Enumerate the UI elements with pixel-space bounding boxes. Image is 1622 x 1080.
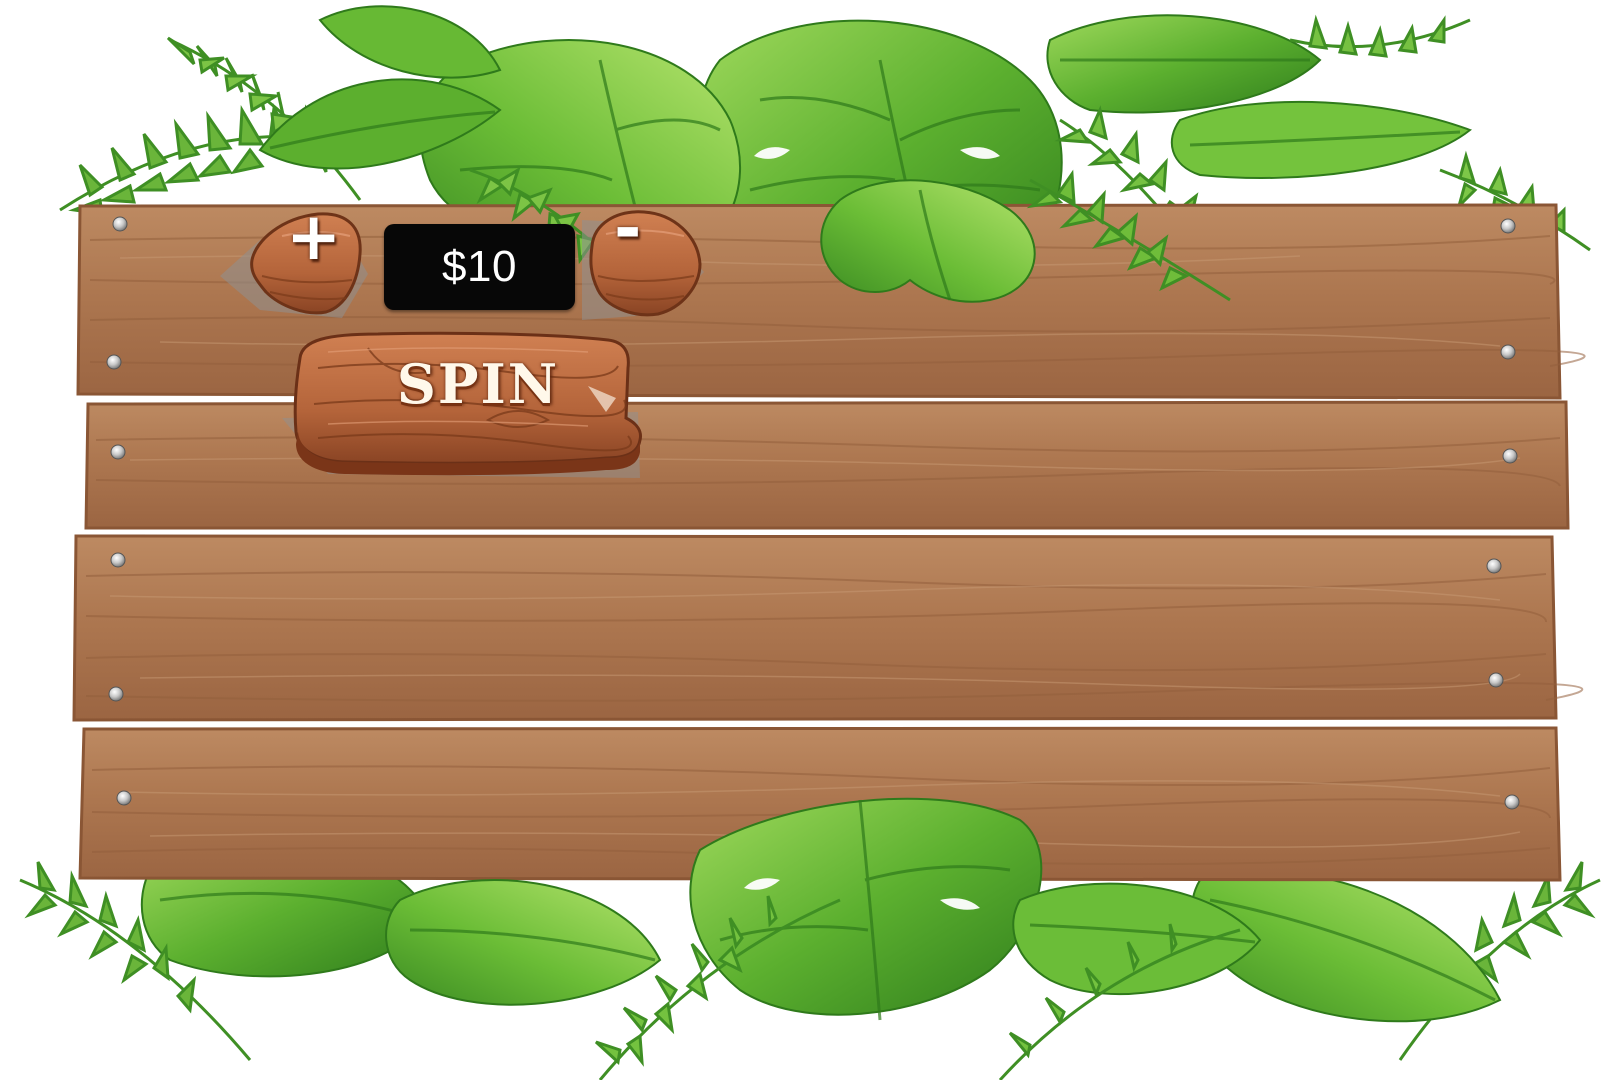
- increase-bet-button[interactable]: +: [220, 198, 372, 324]
- jungle-wood-board: [19, 5, 1601, 1080]
- spin-label: SPIN: [396, 352, 560, 416]
- right-arrow-icon: [582, 210, 704, 320]
- plus-icon: +: [286, 198, 342, 275]
- bet-amount-value: $10: [442, 242, 517, 291]
- minus-icon: -: [614, 190, 642, 267]
- spin-button[interactable]: SPIN: [282, 328, 668, 480]
- banana-leaf-right: [1046, 14, 1322, 114]
- game-board: + $10 - SPIN: [0, 0, 1622, 1080]
- decrease-bet-button[interactable]: -: [582, 190, 710, 324]
- bet-amount-display: $10: [384, 224, 575, 310]
- leaf-bottom-left: [385, 879, 662, 1006]
- monstera-leaf-bottom: [689, 797, 1043, 1016]
